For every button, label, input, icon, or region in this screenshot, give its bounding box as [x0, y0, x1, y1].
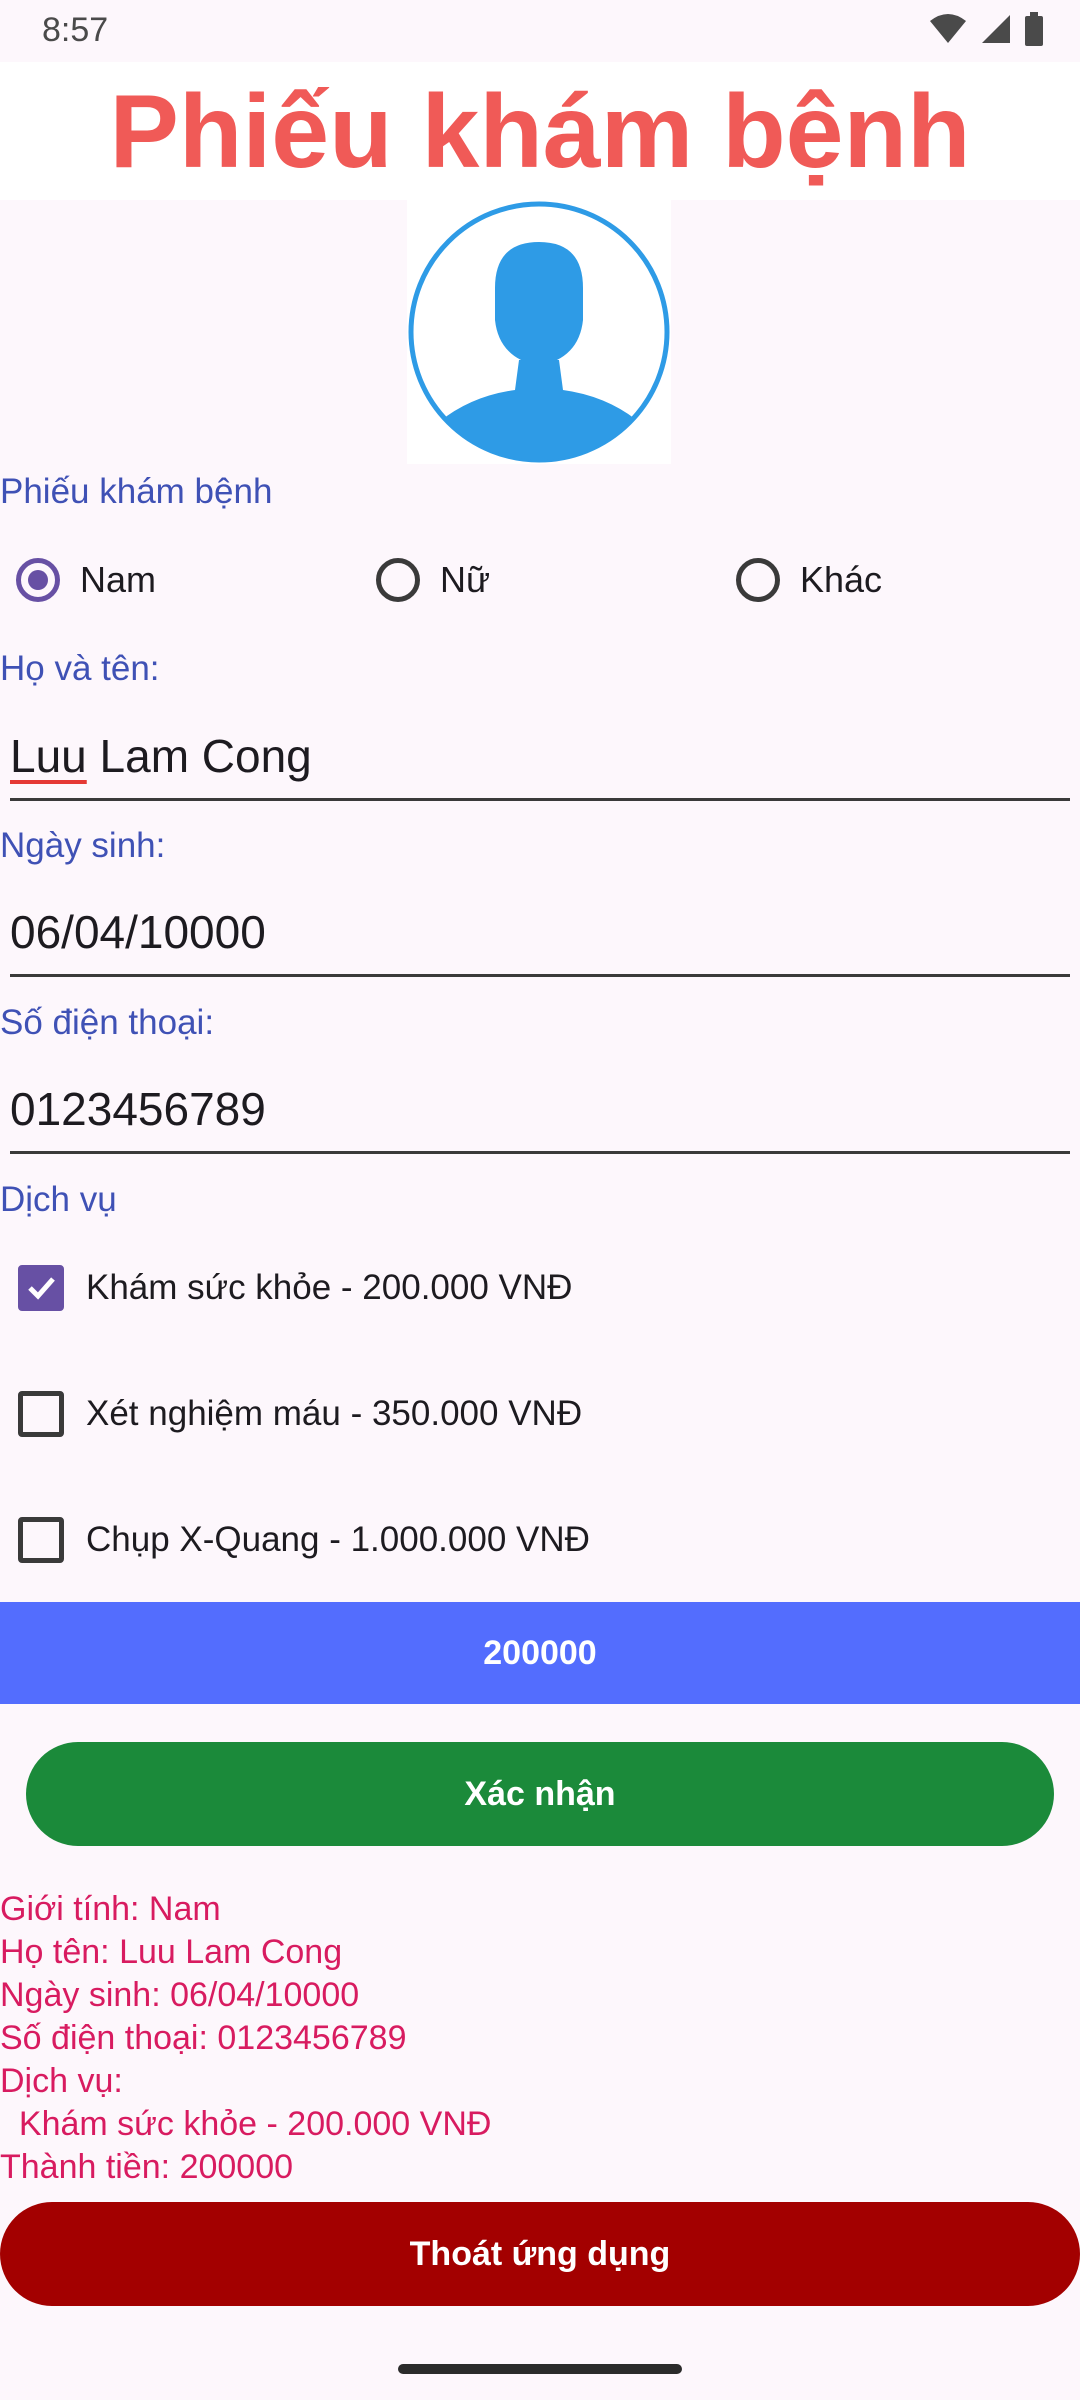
service-label: Khám sức khỏe - 200.000 VNĐ — [86, 1268, 573, 1307]
wifi-icon — [930, 14, 966, 43]
status-icons — [928, 12, 1044, 46]
radio-button-checked[interactable] — [16, 558, 60, 602]
name-label: Họ và tên: — [0, 649, 160, 688]
radio-label-nu: Nữ — [440, 559, 491, 600]
cellular-signal-icon — [982, 15, 1010, 43]
home-indicator[interactable] — [398, 2364, 682, 2374]
battery-icon — [1025, 12, 1043, 46]
status-time: 8:57 — [42, 11, 109, 49]
confirm-button[interactable]: Xác nhận — [26, 1742, 1054, 1846]
total-button[interactable]: 200000 — [0, 1602, 1080, 1704]
result-total: Thành tiền: 200000 — [0, 2148, 294, 2186]
checkbox[interactable] — [18, 1517, 64, 1563]
person-avatar-icon — [408, 201, 670, 463]
service-label: Chụp X-Quang - 1.000.000 VNĐ — [86, 1520, 590, 1559]
name-field[interactable]: Luu Lam Cong — [10, 718, 1070, 801]
gender-section-label: Phiếu khám bệnh — [0, 472, 273, 511]
name-value-rest: Lam Cong — [86, 730, 312, 782]
result-gender: Giới tính: Nam — [0, 1890, 221, 1928]
exit-button[interactable]: Thoát ứng dụng — [0, 2202, 1080, 2306]
title-bar: Phiếu khám bệnh — [0, 62, 1080, 200]
radio-button[interactable] — [376, 558, 420, 602]
name-value-spellchecked: Luu — [10, 730, 87, 782]
radio-label-khac: Khác — [800, 559, 883, 600]
radio-label-nam: Nam — [80, 559, 157, 600]
result-dob: Ngày sinh: 06/04/10000 — [0, 1976, 360, 2014]
services-label: Dịch vụ — [0, 1180, 117, 1219]
phone-field[interactable]: 0123456789 — [10, 1071, 1070, 1154]
service-item-chup-x-quang[interactable]: Chụp X-Quang - 1.000.000 VNĐ — [18, 1500, 590, 1580]
result-service-item: Khám sức khỏe - 200.000 VNĐ — [0, 2105, 492, 2143]
checkbox-checked[interactable] — [18, 1265, 64, 1311]
result-summary: Giới tính: Nam Họ tên: Luu Lam Cong Ngày… — [0, 1888, 491, 2189]
checkmark-icon — [28, 1277, 55, 1300]
dob-field[interactable]: 06/04/10000 — [10, 894, 1070, 977]
name-value: Luu Lam Cong — [10, 728, 312, 784]
dob-label: Ngày sinh: — [0, 826, 166, 865]
phone-value: 0123456789 — [10, 1083, 266, 1135]
radio-nam[interactable]: Nam — [16, 545, 156, 615]
result-name: Họ tên: Luu Lam Cong — [0, 1933, 343, 1971]
phone-label: Số điện thoại: — [0, 1003, 215, 1042]
result-services-label: Dịch vụ: — [0, 2062, 123, 2100]
service-item-kham-suc-khoe[interactable]: Khám sức khỏe - 200.000 VNĐ — [18, 1248, 572, 1328]
service-item-xet-nghiem-mau[interactable]: Xét nghiệm máu - 350.000 VNĐ — [18, 1374, 582, 1454]
radio-khac[interactable]: Khác — [736, 545, 882, 615]
radio-button[interactable] — [736, 558, 780, 602]
service-label: Xét nghiệm máu - 350.000 VNĐ — [86, 1394, 583, 1433]
checkbox[interactable] — [18, 1391, 64, 1437]
avatar[interactable] — [407, 200, 671, 464]
result-phone: Số điện thoại: 0123456789 — [0, 2019, 407, 2057]
dob-value: 06/04/10000 — [10, 906, 266, 958]
radio-nu[interactable]: Nữ — [376, 545, 490, 615]
page-title: Phiếu khám bệnh — [109, 74, 971, 190]
